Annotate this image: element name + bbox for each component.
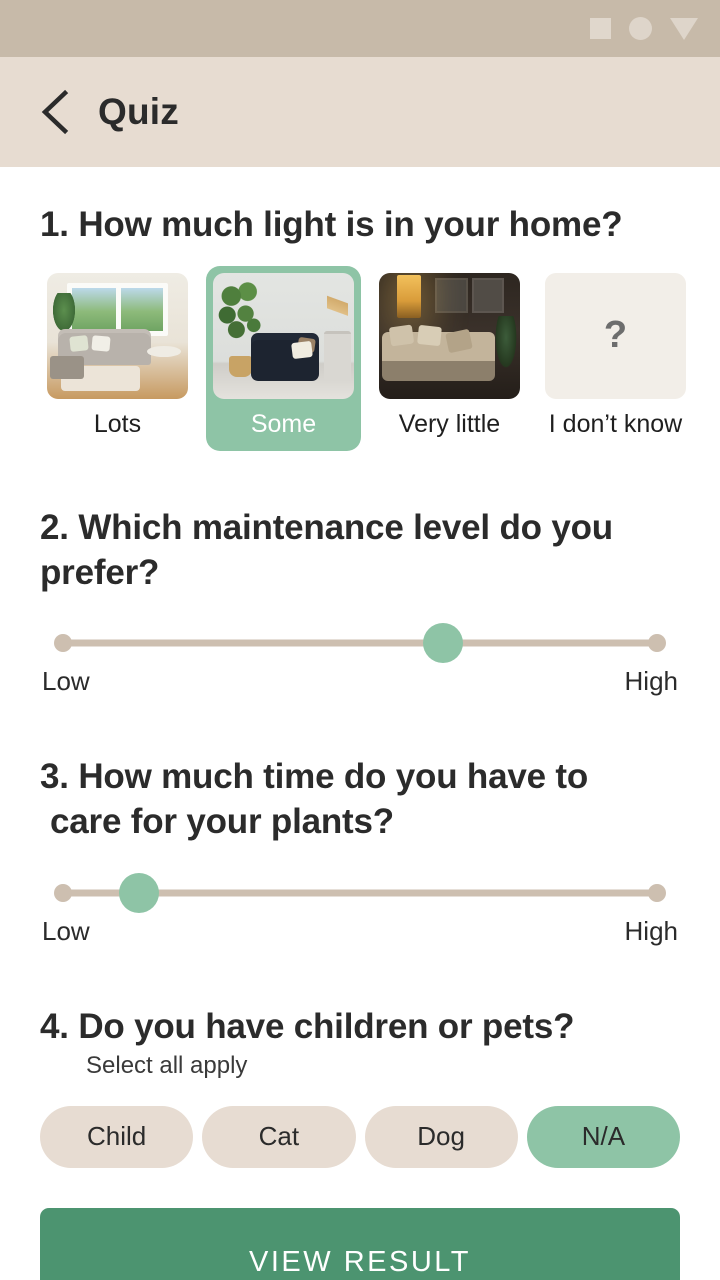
chip-na-label: N/A (581, 1121, 626, 1152)
chip-cat-label: Cat (258, 1121, 300, 1152)
option-i-dont-know-label: I don’t know (548, 409, 683, 438)
children-pets-chips: Child Cat Dog N/A (40, 1105, 680, 1168)
light-level-options: Lots Some Very little ? I don’t know (40, 265, 686, 451)
question-2-title: 2. Which maintenance level do you prefer… (40, 507, 613, 592)
maintenance-slider-min-dot (54, 634, 72, 653)
chip-na[interactable]: N/A (526, 1105, 680, 1168)
maintenance-slider-block: Low High (40, 623, 680, 697)
square-icon (590, 18, 611, 39)
option-some-label: Some (250, 409, 317, 438)
time-slider-max-label: High (624, 915, 678, 946)
question-3-title: 3. How much time do you have to care for… (40, 755, 680, 845)
chip-dog[interactable]: Dog (364, 1105, 518, 1168)
option-some-image (213, 272, 354, 399)
question-4-subtitle: Select all apply (86, 1051, 248, 1079)
chip-child-label: Child (87, 1121, 147, 1152)
maintenance-slider[interactable] (42, 623, 678, 664)
maintenance-slider-track (62, 639, 658, 647)
status-bar (0, 0, 720, 57)
time-slider-thumb[interactable] (119, 872, 160, 913)
time-slider-max-dot (648, 883, 666, 902)
question-1-title: 1. How much light is in your home? (40, 205, 623, 244)
maintenance-slider-thumb[interactable] (423, 623, 464, 664)
app-bar: Quiz (0, 57, 720, 167)
option-lots-image (47, 272, 188, 399)
quiz-screen: Quiz 1. How much light is in your home? … (0, 0, 720, 1280)
question-3-title-line2: care for your plants? (50, 802, 394, 842)
question-3-title-line1: 3. How much time do you have to (40, 757, 589, 797)
chip-cat[interactable]: Cat (202, 1105, 356, 1168)
view-result-button[interactable]: VIEW RESULT (40, 1207, 680, 1280)
maintenance-slider-labels: Low High (40, 666, 680, 697)
triangle-down-icon (670, 17, 698, 40)
question-4-title: 4. Do you have children or pets? (40, 1006, 575, 1046)
quiz-content: 1. How much light is in your home? Lots (0, 167, 720, 1280)
option-some[interactable]: Some (206, 265, 361, 451)
time-slider-labels: Low High (40, 916, 680, 947)
option-very-little[interactable]: Very little (372, 266, 527, 451)
chevron-left-icon[interactable] (38, 89, 72, 135)
option-very-little-image (379, 272, 520, 399)
chip-dog-label: Dog (417, 1121, 465, 1152)
maintenance-slider-max-dot (648, 634, 666, 653)
option-lots[interactable]: Lots (40, 266, 195, 451)
maintenance-slider-min-label: Low (42, 666, 90, 697)
option-very-little-label: Very little (398, 409, 501, 438)
option-i-dont-know[interactable]: ? I don’t know (538, 266, 693, 451)
time-slider-min-label: Low (42, 915, 90, 946)
option-lots-label: Lots (93, 409, 142, 438)
time-slider-block: Low High (40, 872, 680, 947)
time-slider[interactable] (42, 872, 678, 913)
circle-icon (629, 17, 652, 40)
chip-child[interactable]: Child (40, 1105, 194, 1168)
question-mark-icon: ? (545, 272, 686, 399)
page-title: Quiz (98, 91, 179, 132)
maintenance-slider-max-label: High (624, 666, 678, 697)
time-slider-min-dot (54, 883, 72, 902)
